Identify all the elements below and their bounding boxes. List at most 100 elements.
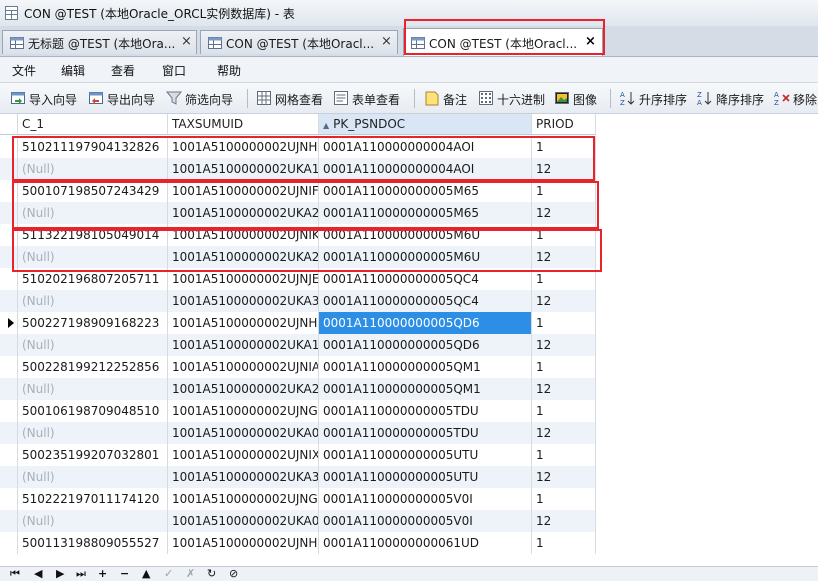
table-cell[interactable]: 0001A110000000004AOI: [319, 158, 532, 180]
cancel-changes-button[interactable]: ✗: [186, 567, 195, 581]
table-cell[interactable]: 0001A110000000005QM1: [319, 378, 532, 400]
table-row[interactable]: 510202196807205711 1001A5100000002UJNJE 00…: [0, 268, 596, 290]
table-cell[interactable]: 510222197011174120: [18, 488, 168, 510]
table-cell[interactable]: (Null): [18, 510, 168, 532]
column-header-priod[interactable]: PRIOD: [532, 114, 596, 135]
table-cell[interactable]: 500106198709048510: [18, 400, 168, 422]
row-gutter[interactable]: [0, 224, 18, 246]
row-gutter[interactable]: [0, 356, 18, 378]
table-row[interactable]: 510222197011174120 1001A5100000002UJNGB 00…: [0, 488, 596, 510]
table-cell[interactable]: 0001A110000000005M6U: [319, 246, 532, 268]
table-cell[interactable]: 500227198909168223: [18, 312, 168, 334]
close-icon[interactable]: ×: [585, 34, 596, 49]
table-cell[interactable]: 0001A110000000005QC4: [319, 290, 532, 312]
row-gutter[interactable]: [0, 466, 18, 488]
table-cell[interactable]: 0001A110000000005M6U: [319, 224, 532, 246]
table-cell[interactable]: 1001A5100000002UJNH4: [168, 312, 319, 334]
next-record-button[interactable]: ▶: [56, 567, 64, 581]
table-cell[interactable]: 0001A110000000004AOI: [319, 136, 532, 158]
stop-button[interactable]: ⊘: [229, 567, 238, 581]
table-cell[interactable]: 12: [532, 246, 596, 268]
menu-edit[interactable]: 编辑: [61, 62, 85, 79]
table-cell[interactable]: 1001A5100000002UJNIK: [168, 224, 319, 246]
table-cell[interactable]: 1001A5100000002UJNGB: [168, 488, 319, 510]
table-cell[interactable]: 1001A5100000002UKA2P: [168, 202, 319, 224]
table-cell[interactable]: 1: [532, 312, 596, 334]
table-cell[interactable]: 1001A5100000002UKA37: [168, 466, 319, 488]
table-cell[interactable]: 0001A110000000005M65: [319, 202, 532, 224]
table-cell[interactable]: 1001A5100000002UJNIX: [168, 444, 319, 466]
table-cell[interactable]: 500107198507243429: [18, 180, 168, 202]
table-cell[interactable]: 1001A5100000002UKA1E: [168, 334, 319, 356]
table-cell[interactable]: 1: [532, 400, 596, 422]
table-row[interactable]: (Null) 1001A5100000002UKA0P 0001A110000000…: [0, 422, 596, 444]
table-row[interactable]: (Null) 1001A5100000002UKA2P 0001A110000000…: [0, 202, 596, 224]
data-grid[interactable]: C_1 TAXSUMUID ▲ PK_PSNDOC PRIOD 510211197…: [0, 114, 818, 568]
table-cell[interactable]: (Null): [18, 334, 168, 356]
table-cell[interactable]: 0001A110000000005UTU: [319, 466, 532, 488]
table-cell[interactable]: 0001A110000000005QM1: [319, 356, 532, 378]
table-cell[interactable]: 510202196807205711: [18, 268, 168, 290]
row-gutter[interactable]: [0, 378, 18, 400]
table-cell[interactable]: 12: [532, 510, 596, 532]
table-row[interactable]: 500107198507243429 1001A5100000002UJNIF 00…: [0, 180, 596, 202]
table-cell[interactable]: 1001A5100000002UJNHI: [168, 136, 319, 158]
table-cell[interactable]: 1001A5100000002UKA2K: [168, 378, 319, 400]
table-row[interactable]: 510211197904132826 1001A5100000002UJNHI 00…: [0, 136, 596, 158]
table-row[interactable]: (Null) 1001A5100000002UKA0L 0001A110000000…: [0, 510, 596, 532]
table-cell[interactable]: 0001A110000000005UTU: [319, 444, 532, 466]
table-cell[interactable]: 12: [532, 378, 596, 400]
table-row[interactable]: 500228199212252856 1001A5100000002UJNIA 00…: [0, 356, 596, 378]
table-cell[interactable]: 1001A5100000002UJNIA: [168, 356, 319, 378]
row-gutter[interactable]: [0, 136, 18, 158]
menu-help[interactable]: 帮助: [217, 62, 241, 79]
row-gutter[interactable]: [0, 202, 18, 224]
row-gutter[interactable]: [0, 158, 18, 180]
menu-file[interactable]: 文件: [12, 62, 36, 79]
table-row[interactable]: 500113198809055527 1001A5100000002UJNHR 00…: [0, 532, 596, 554]
table-cell[interactable]: 1001A5100000002UJNHR: [168, 532, 319, 554]
table-row[interactable]: 500106198709048510 1001A5100000002UJNGF 00…: [0, 400, 596, 422]
row-gutter[interactable]: [0, 290, 18, 312]
row-gutter[interactable]: [0, 268, 18, 290]
apply-changes-button[interactable]: ✓: [164, 567, 173, 581]
table-cell[interactable]: (Null): [18, 290, 168, 312]
table-cell[interactable]: 1001A5100000002UJNGF: [168, 400, 319, 422]
row-gutter[interactable]: [0, 422, 18, 444]
table-cell[interactable]: 511322198105049014: [18, 224, 168, 246]
table-cell[interactable]: 0001A110000000005TDU: [319, 400, 532, 422]
table-cell[interactable]: 1: [532, 180, 596, 202]
table-cell[interactable]: (Null): [18, 246, 168, 268]
table-cell[interactable]: 1: [532, 532, 596, 554]
table-cell[interactable]: (Null): [18, 202, 168, 224]
table-cell[interactable]: 1001A5100000002UKA1T: [168, 158, 319, 180]
row-gutter[interactable]: [0, 488, 18, 510]
table-cell[interactable]: 1: [532, 488, 596, 510]
tab-con-active[interactable]: CON @TEST (本地Oracl... ×: [403, 28, 603, 56]
row-gutter[interactable]: [0, 312, 18, 334]
row-gutter[interactable]: [0, 180, 18, 202]
prev-record-button[interactable]: ◀: [34, 567, 42, 581]
table-cell[interactable]: 0001A110000000005M65: [319, 180, 532, 202]
table-cell[interactable]: 12: [532, 334, 596, 356]
row-gutter[interactable]: [0, 246, 18, 268]
table-cell[interactable]: 1: [532, 444, 596, 466]
row-gutter[interactable]: [0, 334, 18, 356]
tab-untitled[interactable]: 无标题 @TEST (本地Ora... ×: [2, 30, 197, 54]
table-row[interactable]: 500227198909168223 1001A5100000002UJNH4 00…: [0, 312, 596, 334]
last-record-button[interactable]: ⏭: [76, 567, 86, 581]
table-cell[interactable]: 1001A5100000002UKA0P: [168, 422, 319, 444]
table-cell[interactable]: 12: [532, 422, 596, 444]
refresh-button[interactable]: ↻: [207, 567, 216, 581]
table-cell[interactable]: 0001A1100000000061UD: [319, 532, 532, 554]
table-cell[interactable]: (Null): [18, 466, 168, 488]
table-cell[interactable]: 0001A110000000005QC4: [319, 268, 532, 290]
table-cell[interactable]: 1001A5100000002UKA2U: [168, 246, 319, 268]
table-row[interactable]: (Null) 1001A5100000002UKA2K 0001A110000000…: [0, 378, 596, 400]
table-cell[interactable]: 1: [532, 136, 596, 158]
table-cell[interactable]: 1: [532, 268, 596, 290]
column-header-taxsumuid[interactable]: TAXSUMUID: [168, 114, 319, 135]
close-icon[interactable]: ×: [381, 34, 392, 49]
table-cell[interactable]: 0001A110000000005QD6: [319, 334, 532, 356]
table-cell[interactable]: 0001A110000000005QD6: [319, 312, 532, 334]
